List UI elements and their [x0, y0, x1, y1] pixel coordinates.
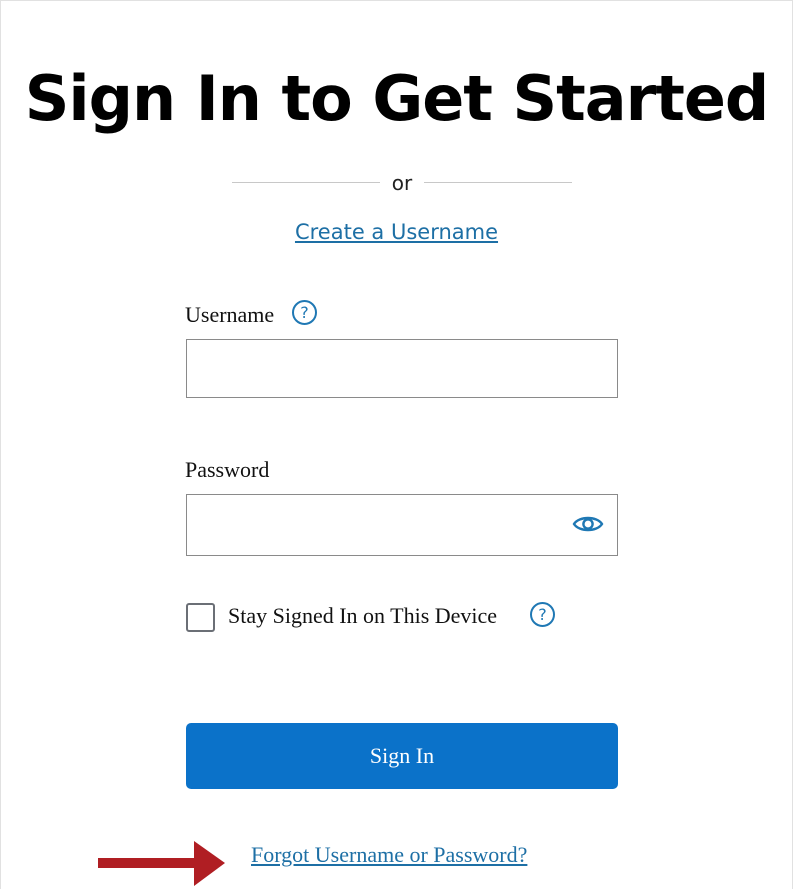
- forgot-username-password-link[interactable]: Forgot Username or Password?: [251, 841, 527, 869]
- create-username-link[interactable]: Create a Username: [1, 218, 792, 246]
- divider-text: or: [391, 171, 413, 195]
- divider-line-right: [424, 182, 572, 183]
- or-divider: or: [232, 171, 572, 195]
- page-frame: Sign In to Get Started or Create a Usern…: [0, 0, 793, 889]
- red-arrow-icon: [98, 841, 225, 886]
- page-title: Sign In to Get Started: [24, 62, 770, 135]
- eye-icon[interactable]: [572, 512, 604, 536]
- stay-signed-in-checkbox[interactable]: [186, 603, 215, 632]
- sign-in-button[interactable]: Sign In: [186, 723, 618, 789]
- password-label: Password: [185, 457, 270, 482]
- stay-signed-in-label: Stay Signed In on This Device: [228, 603, 498, 628]
- username-label: Username: [185, 302, 275, 327]
- password-input[interactable]: [186, 494, 618, 556]
- username-help-icon[interactable]: ?: [292, 300, 317, 325]
- stay-signed-in-help-icon[interactable]: ?: [530, 602, 555, 627]
- username-input[interactable]: [186, 339, 618, 398]
